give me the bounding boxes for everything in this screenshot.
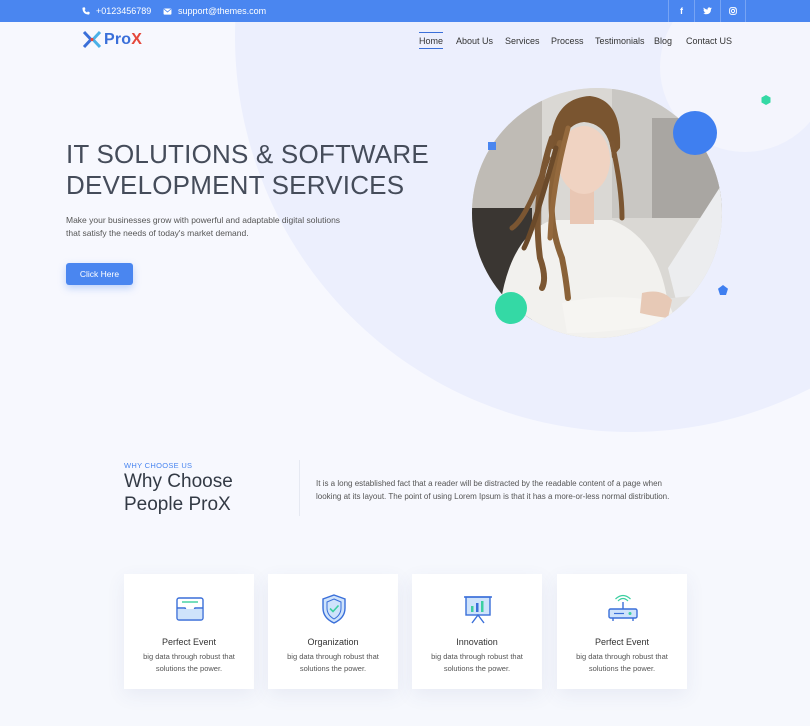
twitter-icon: [703, 7, 712, 15]
why-title-line-2: People ProX: [124, 494, 231, 515]
nav-home[interactable]: Home: [419, 32, 444, 49]
card-description: big data through robust that solutions t…: [422, 651, 532, 675]
twitter-link[interactable]: [694, 0, 720, 22]
phone-icon: [82, 7, 90, 15]
facebook-icon: f: [680, 6, 683, 16]
card-description: big data through robust that solutions t…: [567, 651, 677, 675]
hero-title: IT SOLUTIONS & SOFTWARE DEVELOPMENT SERV…: [66, 139, 466, 201]
why-choose-kicker: WHY CHOOSE US: [124, 461, 193, 470]
feature-card[interactable]: Innovation big data through robust that …: [412, 574, 542, 689]
router-icon: [608, 594, 638, 621]
nav-blog-label: Blog: [654, 36, 673, 46]
feature-card[interactable]: Perfect Event big data through robust th…: [557, 574, 687, 689]
nav-home-label: Home: [419, 32, 444, 49]
card-title: Innovation: [456, 637, 498, 647]
why-title-line-1: Why Choose: [124, 471, 233, 492]
brand-name: ProX: [104, 31, 142, 49]
card-line-1: big data through robust that: [287, 652, 379, 661]
nav-about-us-label: About Us: [456, 36, 494, 46]
section-divider: [299, 460, 300, 516]
hero-title-line-2: DEVELOPMENT SERVICES: [66, 170, 405, 200]
email-address: support@themes.com: [178, 6, 267, 16]
green-hexagon-decoration: [761, 95, 771, 105]
why-text-line-1: It is a long established fact that a rea…: [316, 479, 662, 488]
feature-card[interactable]: Organization big data through robust tha…: [268, 574, 398, 689]
feature-card[interactable]: Perfect Event big data through robust th…: [124, 574, 254, 689]
card-line-1: big data through robust that: [143, 652, 235, 661]
shield-check-icon: [322, 594, 346, 624]
card-title: Perfect Event: [161, 637, 217, 647]
email-contact[interactable]: support@themes.com: [163, 0, 266, 22]
instagram-link[interactable]: [720, 0, 746, 22]
nav-services[interactable]: Services: [505, 36, 540, 46]
nav-process-label: Process: [551, 36, 584, 46]
presentation-board-icon: [464, 596, 492, 624]
prox-logo-icon: [82, 30, 102, 49]
green-circle-decoration: [495, 292, 527, 324]
card-line-2: solutions the power.: [588, 664, 656, 673]
brand-logo[interactable]: ProX: [82, 30, 142, 49]
card-title: Organization: [307, 637, 359, 647]
blue-circle-decoration: [673, 111, 717, 155]
nav-contact-us[interactable]: Contact US: [686, 36, 732, 46]
blue-pentagon-decoration: [718, 285, 728, 295]
hero-title-line-1: IT SOLUTIONS & SOFTWARE: [66, 139, 429, 169]
why-text-line-2: looking at its layout. The point of usin…: [316, 492, 670, 501]
nav-services-label: Services: [505, 36, 540, 46]
card-line-2: solutions the power.: [155, 664, 223, 673]
hero-description-line-2: that satisfy the needs of today's market…: [66, 228, 249, 238]
card-line-1: big data through robust that: [431, 652, 523, 661]
nav-about-us[interactable]: About Us: [456, 36, 493, 46]
phone-number: +0123456789: [96, 6, 152, 16]
click-here-button[interactable]: Click Here: [66, 263, 133, 285]
card-line-1: big data through robust that: [576, 652, 668, 661]
brand-name-x: X: [131, 30, 143, 48]
blue-square-decoration: [488, 142, 496, 150]
hero-description: Make your businesses grow with powerful …: [66, 214, 356, 240]
nav-contact-us-label: Contact US: [686, 36, 733, 46]
envelope-icon: [163, 7, 172, 15]
nav-process[interactable]: Process: [551, 36, 584, 46]
brand-name-pro: Pro: [104, 30, 132, 48]
card-description: big data through robust that solutions t…: [278, 651, 388, 675]
card-line-2: solutions the power.: [299, 664, 367, 673]
card-description: big data through robust that solutions t…: [134, 651, 244, 675]
top-bar: +0123456789 support@themes.com f: [0, 0, 810, 22]
card-line-2: solutions the power.: [443, 664, 511, 673]
instagram-icon: [729, 7, 737, 15]
nav-testimonials[interactable]: Testimonials: [595, 36, 645, 46]
nav-testimonials-label: Testimonials: [595, 36, 645, 46]
facebook-link[interactable]: f: [668, 0, 694, 22]
nav-blog[interactable]: Blog: [654, 36, 672, 46]
phone-contact[interactable]: +0123456789: [82, 0, 151, 22]
card-title: Perfect Event: [594, 637, 650, 647]
why-choose-description: It is a long established fact that a rea…: [316, 477, 696, 503]
inbox-tray-icon: [176, 597, 204, 621]
why-choose-title: Why Choose People ProX: [124, 470, 233, 516]
hero-description-line-1: Make your businesses grow with powerful …: [66, 215, 341, 225]
